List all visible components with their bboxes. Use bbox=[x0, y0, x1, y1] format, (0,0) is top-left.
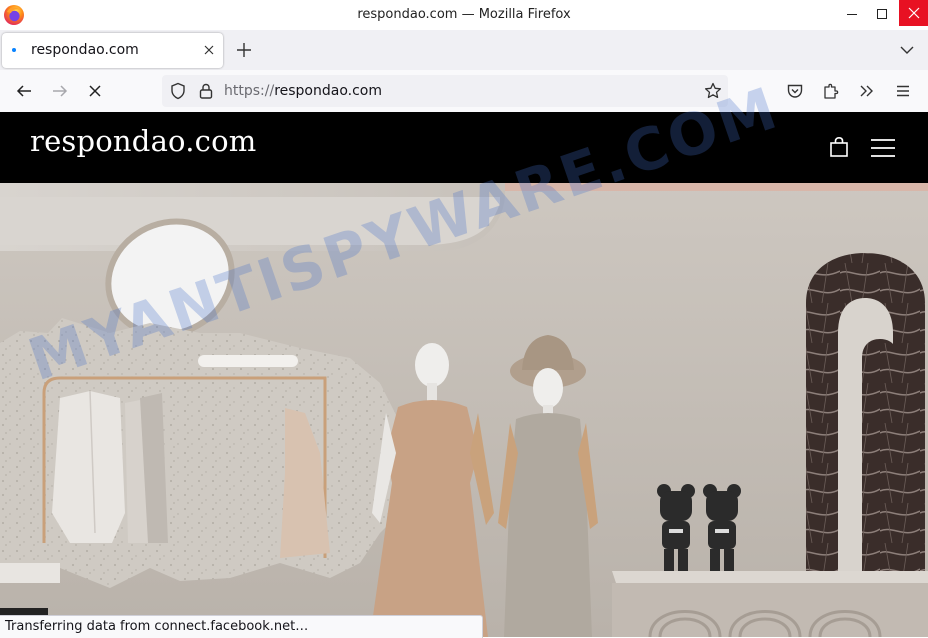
list-all-tabs-button[interactable] bbox=[897, 40, 917, 60]
shopping-bag-icon[interactable] bbox=[828, 136, 850, 158]
url-host: respondao.com bbox=[274, 83, 383, 99]
forward-arrow-icon bbox=[53, 85, 68, 97]
new-tab-button[interactable] bbox=[234, 40, 254, 60]
url-protocol: https:// bbox=[224, 83, 275, 99]
forward-button[interactable] bbox=[50, 81, 70, 101]
tracking-protection-button[interactable] bbox=[168, 81, 188, 101]
extensions-button[interactable] bbox=[821, 81, 841, 101]
hero-image bbox=[0, 183, 928, 637]
site-logo[interactable]: respondao.com bbox=[30, 124, 256, 158]
pocket-button[interactable] bbox=[785, 81, 805, 101]
url-text[interactable]: https://respondao.com bbox=[224, 75, 382, 107]
close-icon bbox=[204, 45, 214, 55]
back-arrow-icon bbox=[16, 85, 31, 97]
plus-icon bbox=[237, 43, 251, 57]
chevron-down-icon bbox=[900, 46, 914, 54]
shield-icon bbox=[171, 82, 185, 100]
close-window-button[interactable] bbox=[899, 0, 928, 26]
back-button[interactable] bbox=[14, 81, 34, 101]
pocket-icon bbox=[787, 84, 803, 98]
tab-close-button[interactable] bbox=[201, 42, 217, 58]
site-menu-icon[interactable] bbox=[869, 137, 897, 159]
window-title: respondao.com — Mozilla Firefox bbox=[357, 7, 571, 22]
site-security-button[interactable] bbox=[196, 81, 216, 101]
status-panel: Transferring data from connect.facebook.… bbox=[0, 615, 483, 638]
firefox-icon bbox=[3, 4, 25, 26]
maximize-button[interactable] bbox=[867, 0, 897, 28]
lock-icon bbox=[199, 83, 213, 99]
maximize-icon bbox=[877, 9, 887, 19]
stop-loading-button[interactable] bbox=[85, 81, 105, 101]
minimize-icon bbox=[847, 14, 857, 15]
stop-icon bbox=[89, 85, 101, 97]
app-menu-button[interactable] bbox=[893, 81, 913, 101]
close-icon bbox=[908, 7, 919, 19]
tab-loading-indicator bbox=[12, 48, 16, 52]
more-tools-button[interactable] bbox=[857, 81, 877, 101]
tab-respondao[interactable]: respondao.com bbox=[2, 33, 223, 68]
overflow-icon bbox=[860, 85, 873, 97]
minimize-button[interactable] bbox=[837, 0, 867, 28]
extensions-icon bbox=[824, 83, 839, 99]
hamburger-menu-icon bbox=[897, 85, 909, 97]
status-text: Transferring data from connect.facebook.… bbox=[5, 619, 309, 634]
tab-title: respondao.com bbox=[31, 42, 139, 58]
